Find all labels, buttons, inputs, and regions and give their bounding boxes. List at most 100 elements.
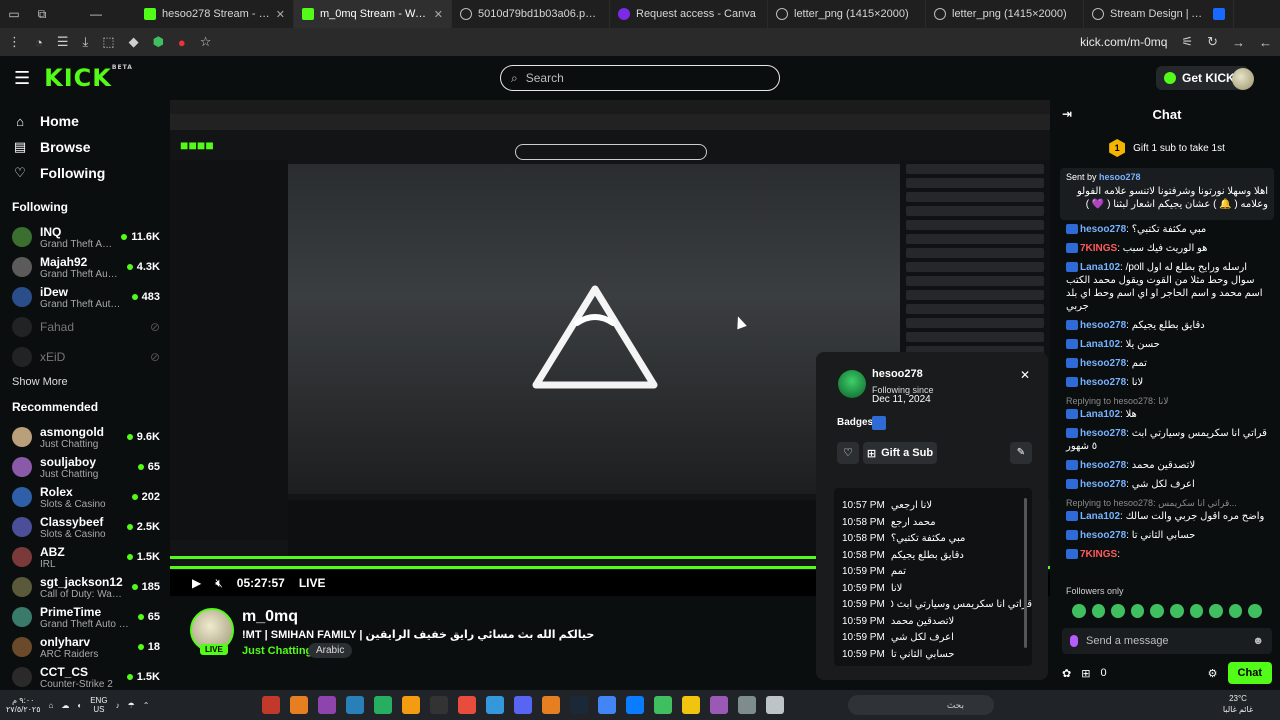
sidebar-channel[interactable]: Classybeef Slots & Casino 2.5K — [0, 512, 170, 542]
taskbar-search[interactable]: بحث — [848, 695, 994, 715]
chat-message[interactable]: hesoo278: قراتي انا سكريمس وسيارتي ابث ٥… — [1054, 424, 1280, 456]
back-icon[interactable]: ← — [1259, 35, 1272, 50]
edit-icon[interactable]: ✎ — [1010, 442, 1032, 464]
extension-icon[interactable]: ◔ — [35, 35, 43, 50]
chat-message[interactable]: hesoo278: لاتصدقين محمد — [1054, 456, 1280, 475]
kick-logo[interactable]: KICKBETA — [44, 64, 133, 92]
chat-username[interactable]: hesoo278 — [1080, 358, 1126, 369]
channel-name[interactable]: m_0mq — [242, 608, 298, 626]
chat-input[interactable]: Send a message ☻ — [1062, 628, 1272, 654]
browser-tab[interactable]: hesoo278 Stream - Watch Live on Kick ✕ — [136, 0, 294, 28]
app-icon[interactable] — [290, 696, 308, 714]
app-icon[interactable] — [262, 696, 280, 714]
sidebar-channel[interactable]: sgt_jackson12Call of Duty: Warzone 185 — [0, 572, 170, 602]
sidebar-channel[interactable]: Fahad ⊘ — [0, 312, 170, 342]
nav-home[interactable]: ⌂ Home — [0, 108, 170, 134]
epic-icon[interactable] — [430, 696, 448, 714]
download-icon[interactable]: ⤓ — [83, 34, 89, 50]
discord-icon[interactable] — [514, 696, 532, 714]
chat-username[interactable]: hesoo278 — [1080, 320, 1126, 331]
sidebar-channel[interactable]: souljaboy Just Chatting 65 — [0, 452, 170, 482]
chat-username[interactable]: hesoo278 — [1080, 460, 1126, 471]
emoji-icon[interactable]: ☻ — [1252, 635, 1264, 647]
diamond-icon[interactable]: ◆ — [129, 34, 139, 50]
weather-widget[interactable]: 23°C غائم غالبا — [1196, 693, 1280, 715]
chat-username[interactable]: Lana102 — [1080, 262, 1120, 273]
nav-following[interactable]: ♡ Following — [0, 160, 170, 186]
tune-icon[interactable]: ⚟ — [1181, 34, 1193, 50]
hamburger-icon[interactable]: ☰ — [14, 68, 30, 89]
gift-icon[interactable]: ⊞ — [1081, 667, 1090, 680]
browser-tab[interactable]: letter_png (1415×2000) — [926, 0, 1084, 28]
browser-tab-active[interactable]: m_0mq Stream - Watch Live on Kick ✕ — [294, 0, 452, 28]
collapse-chat-icon[interactable]: ⇥ — [1062, 107, 1072, 121]
chat-username[interactable]: Lana102 — [1080, 409, 1120, 420]
pinned-user[interactable]: hesoo278 — [1099, 172, 1141, 182]
chat-username[interactable]: Lana102 — [1080, 511, 1120, 522]
chat-username[interactable]: hesoo278 — [1080, 530, 1126, 541]
chat-username[interactable]: hesoo278 — [1080, 479, 1126, 490]
sidebar-channel[interactable]: INQGrand Theft Auto V (... 11.6K — [0, 222, 170, 252]
show-more-button[interactable]: Show More — [0, 372, 170, 392]
screenshot-icon[interactable]: ⬚ — [102, 34, 114, 50]
language-tag[interactable]: Arabic — [308, 643, 353, 658]
menu-dots-icon[interactable]: ⋮ — [8, 34, 21, 50]
app-icon[interactable] — [346, 696, 364, 714]
sidebar-channel[interactable]: onlyharv ARC Raiders 18 — [0, 632, 170, 662]
sidebar-channel[interactable]: asmongold Just Chatting 9.6K — [0, 422, 170, 452]
app-icon[interactable] — [402, 696, 420, 714]
app-icon[interactable] — [458, 696, 476, 714]
sidebar-channel[interactable]: Rolex Slots & Casino 202 — [0, 482, 170, 512]
app-icon[interactable] — [542, 696, 560, 714]
chat-message[interactable]: 7KINGS: هو الوريث فيك سبب — [1054, 239, 1280, 258]
emote-icon[interactable] — [1111, 604, 1125, 618]
window-menu-icon[interactable]: ▭ — [0, 7, 28, 21]
close-icon[interactable]: ✕ — [276, 8, 285, 21]
chat-username[interactable]: 7KINGS — [1080, 549, 1117, 560]
chevron-up-icon[interactable]: ⌃ — [143, 701, 150, 710]
emote-icon[interactable] — [1169, 604, 1184, 618]
search-input[interactable]: ⌕ Search — [500, 65, 780, 91]
settings-icon[interactable]: ⚙ — [1208, 667, 1218, 680]
steam-icon[interactable] — [570, 696, 588, 714]
star-icon[interactable]: ☆ — [200, 34, 212, 50]
emote-icon[interactable] — [1072, 604, 1086, 618]
app-icon[interactable] — [486, 696, 504, 714]
emote-icon[interactable] — [1189, 604, 1204, 618]
emote-icon[interactable] — [1130, 604, 1145, 618]
folder-icon[interactable] — [682, 696, 700, 714]
chat-message[interactable]: hesoo278: مبي مكثفة تكتبي؟ — [1054, 220, 1280, 239]
notification-icon[interactable]: ⌂ — [49, 701, 54, 710]
sidebar-channel[interactable]: ABZ IRL 1.5K — [0, 542, 170, 572]
emote-icon[interactable] — [1091, 604, 1106, 618]
chat-message[interactable]: 7KINGS: — [1054, 545, 1280, 564]
shield-icon[interactable]: ⬢ — [153, 34, 164, 50]
sidebar-channel[interactable]: PrimeTimeGrand Theft Auto V (GTA) 65 — [0, 602, 170, 632]
browser-tab[interactable]: Stream Design | Abo 3h : Behance — [1084, 0, 1234, 28]
chat-username[interactable]: 7KINGS — [1080, 243, 1117, 254]
language-indicator[interactable]: ENG US — [90, 696, 107, 714]
nav-browse[interactable]: ▤ Browse — [0, 134, 170, 160]
mic-icon[interactable] — [1070, 635, 1078, 647]
app-icon[interactable] — [626, 696, 644, 714]
stream-category[interactable]: Just Chatting — [242, 645, 312, 657]
gift-sub-button[interactable]: ⊞ Gift a Sub — [863, 442, 937, 464]
chat-username[interactable]: hesoo278 — [1080, 224, 1126, 235]
chat-message[interactable]: Replying to hesoo278: لانا Lana102: هلا — [1054, 392, 1280, 424]
chat-message[interactable]: Lana102: حسن يلا — [1054, 335, 1280, 354]
tab-search-icon[interactable]: ⧉ — [28, 7, 56, 22]
emote-icon[interactable] — [1209, 604, 1223, 618]
user-avatar[interactable] — [1232, 68, 1254, 90]
record-icon[interactable]: ● — [178, 35, 186, 50]
app-icon[interactable] — [318, 696, 336, 714]
play-icon[interactable]: ▶ — [192, 576, 201, 590]
gift-banner[interactable]: 1 Gift 1 sub to take 1st — [1054, 128, 1280, 168]
chat-message[interactable]: hesoo278: حسابي الثاني تا — [1054, 526, 1280, 545]
emote-icon[interactable] — [1228, 604, 1243, 618]
browser-tab[interactable]: letter_png (1415×2000) — [768, 0, 926, 28]
sidebar-channel[interactable]: CCT_CS Counter-Strike 2 1.5K — [0, 662, 170, 692]
mic-tray-icon[interactable]: ♪ — [116, 701, 120, 710]
chat-message[interactable]: hesoo278: اعرف لكل شي — [1054, 475, 1280, 494]
chrome-icon[interactable] — [598, 696, 616, 714]
chat-message[interactable]: hesoo278: تمم — [1054, 354, 1280, 373]
